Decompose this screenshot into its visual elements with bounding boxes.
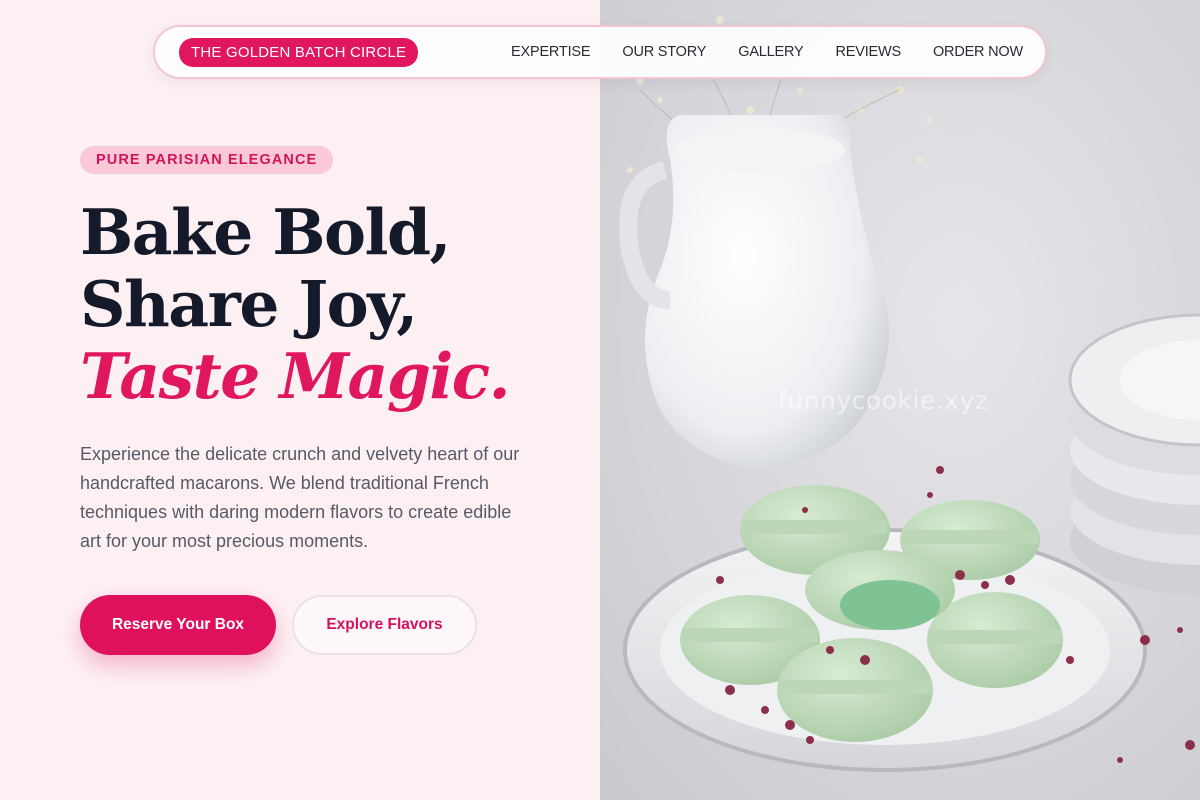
hero-heading-line-3: Taste Magic. <box>80 339 511 413</box>
navbar: THE GOLDEN BATCH CIRCLE EXPERTISE OUR ST… <box>153 25 1047 79</box>
hero-description: Experience the delicate crunch and velve… <box>80 444 520 551</box>
nav-link-gallery[interactable]: GALLERY <box>738 44 803 60</box>
hero-tag-pill: PURE PARISIAN ELEGANCE <box>80 146 334 174</box>
nav-link-expertise[interactable]: EXPERTISE <box>511 44 591 60</box>
nav-link-reviews[interactable]: REVIEWS <box>835 44 901 60</box>
explore-flavors-button[interactable]: Explore Flavors <box>292 595 477 655</box>
watermark-text: funnycookie.xyz <box>778 386 989 415</box>
nav-link-our-story[interactable]: OUR STORY <box>622 44 706 60</box>
nav-link-order-now[interactable]: ORDER NOW <box>933 44 1023 60</box>
brand-logo[interactable]: THE GOLDEN BATCH CIRCLE <box>179 37 419 67</box>
hero-photo-macarons: funnycookie.xyz <box>600 0 1200 800</box>
hero-heading-line-2: Share Joy, <box>80 267 418 341</box>
hero-heading: Bake Bold, Share Joy, Taste Magic. <box>80 195 511 413</box>
reserve-box-button[interactable]: Reserve Your Box <box>80 595 276 655</box>
nav-menu: EXPERTISE OUR STORY GALLERY REVIEWS ORDE… <box>511 44 1023 60</box>
hero-heading-line-1: Bake Bold, <box>80 195 451 269</box>
